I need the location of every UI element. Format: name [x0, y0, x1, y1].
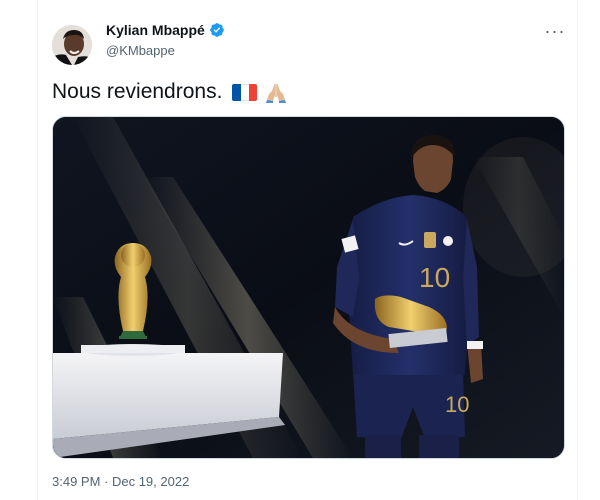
tweet-media-photo[interactable]: 10 10	[52, 116, 565, 459]
timeline-border-right	[577, 0, 578, 500]
display-name[interactable]: Kylian Mbappé	[106, 22, 205, 38]
france-flag-icon	[232, 83, 258, 101]
tweet-timestamp[interactable]: 3:49 PM · Dec 19, 2022	[52, 474, 189, 489]
tweet-text: Nous reviendrons.	[52, 80, 289, 104]
avatar-image	[52, 25, 92, 65]
avatar[interactable]	[52, 25, 92, 65]
timeline-border-left	[37, 0, 38, 500]
jersey-number: 10	[419, 262, 450, 293]
verified-badge-icon	[209, 23, 224, 37]
more-options-button[interactable]: ···	[544, 22, 566, 42]
folded-hands-icon	[266, 83, 287, 103]
author-handle[interactable]: @KMbappe	[106, 43, 175, 58]
photo-world-cup-trophy-player: 10 10	[53, 117, 564, 458]
shorts-number: 10	[445, 392, 469, 417]
tweet-text-content: Nous reviendrons.	[52, 80, 223, 103]
author-name-row[interactable]: Kylian Mbappé	[106, 22, 225, 38]
